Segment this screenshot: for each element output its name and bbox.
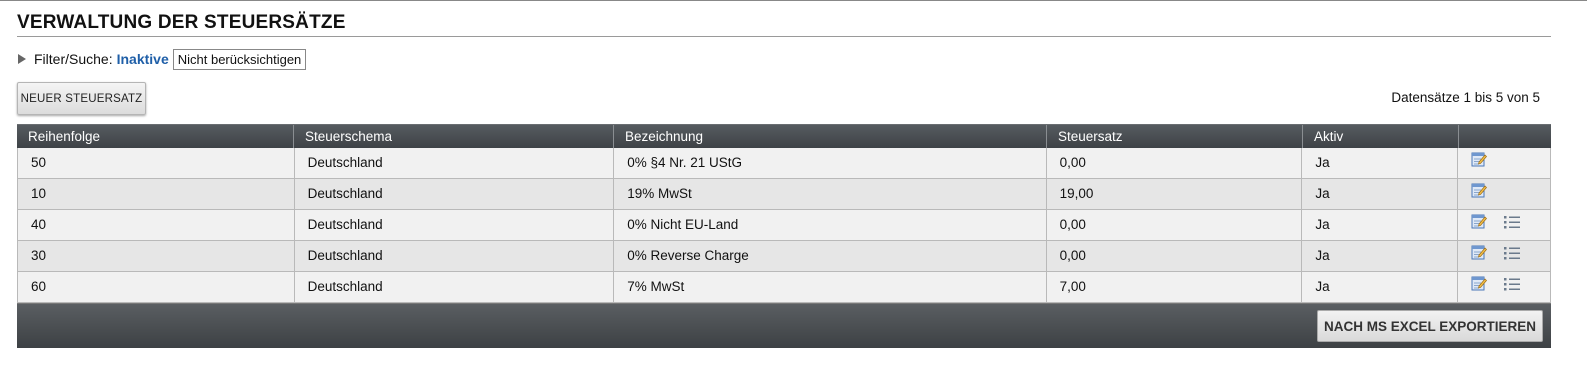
column-header-scheme[interactable]: Steuerschema — [294, 125, 614, 148]
cell-name: 0% §4 Nr. 21 UStG — [614, 148, 1047, 178]
cell-scheme: Deutschland — [295, 179, 615, 209]
table-row: 40 Deutschland 0% Nicht EU-Land 0,00 Ja — [17, 210, 1551, 241]
cell-scheme: Deutschland — [295, 272, 615, 302]
cell-name: 0% Reverse Charge — [614, 241, 1047, 271]
cell-actions — [1458, 241, 1550, 271]
cell-rate: 7,00 — [1047, 272, 1303, 302]
cell-actions — [1458, 179, 1550, 209]
cell-order: 40 — [18, 210, 295, 240]
list-icon[interactable] — [1504, 241, 1521, 271]
page-title: VERWALTUNG DER STEUERSÄTZE — [17, 12, 346, 33]
list-icon[interactable] — [1504, 272, 1521, 302]
cell-order: 30 — [18, 241, 295, 271]
cell-active: Ja — [1302, 241, 1459, 271]
table-row: 60 Deutschland 7% MwSt 7,00 Ja — [17, 272, 1551, 303]
records-info: Datensätze 1 bis 5 von 5 — [1391, 90, 1540, 105]
table-body: 50 Deutschland 0% §4 Nr. 21 UStG 0,00 Ja 10 De… — [17, 148, 1551, 303]
filter-bar: Filter/Suche: Inaktive Nicht berücksicht… — [18, 47, 307, 71]
cell-active: Ja — [1302, 272, 1459, 302]
cell-active: Ja — [1302, 210, 1459, 240]
edit-icon[interactable] — [1471, 241, 1488, 271]
filter-label: Filter/Suche: — [34, 51, 113, 67]
edit-icon[interactable] — [1471, 148, 1488, 178]
cell-scheme: Deutschland — [295, 148, 615, 178]
list-icon[interactable] — [1504, 210, 1521, 240]
column-header-active[interactable]: Aktiv — [1303, 125, 1459, 148]
filter-inactive-link[interactable]: Inaktive — [117, 51, 169, 67]
cell-actions — [1458, 210, 1550, 240]
cell-active: Ja — [1302, 179, 1459, 209]
cell-rate: 0,00 — [1047, 148, 1303, 178]
export-excel-button[interactable]: NACH MS EXCEL EXPORTIEREN — [1316, 310, 1543, 342]
column-header-actions — [1459, 125, 1551, 148]
tax-rate-table: Reihenfolge Steuerschema Bezeichnung Ste… — [17, 124, 1551, 348]
new-tax-rate-button[interactable]: NEUER STEUERSATZ — [17, 82, 146, 115]
table-header: Reihenfolge Steuerschema Bezeichnung Ste… — [17, 124, 1551, 148]
table-row: 10 Deutschland 19% MwSt 19,00 Ja — [17, 179, 1551, 210]
cell-rate: 0,00 — [1047, 210, 1303, 240]
filter-ignore-button[interactable]: Nicht berücksichtigen — [172, 48, 307, 70]
column-header-name[interactable]: Bezeichnung — [614, 125, 1047, 148]
cell-name: 0% Nicht EU-Land — [614, 210, 1047, 240]
cell-actions — [1458, 148, 1550, 178]
cell-name: 19% MwSt — [614, 179, 1047, 209]
cell-rate: 0,00 — [1047, 241, 1303, 271]
column-header-rate[interactable]: Steuersatz — [1047, 125, 1303, 148]
column-header-order[interactable]: Reihenfolge — [17, 125, 294, 148]
edit-icon[interactable] — [1471, 210, 1488, 240]
cell-actions — [1458, 272, 1550, 302]
edit-icon[interactable] — [1471, 179, 1488, 209]
cell-name: 7% MwSt — [614, 272, 1047, 302]
cell-active: Ja — [1302, 148, 1459, 178]
expand-triangle-icon[interactable] — [18, 54, 26, 64]
cell-order: 60 — [18, 272, 295, 302]
cell-order: 10 — [18, 179, 295, 209]
table-row: 50 Deutschland 0% §4 Nr. 21 UStG 0,00 Ja — [17, 148, 1551, 179]
cell-rate: 19,00 — [1047, 179, 1303, 209]
table-footer: NACH MS EXCEL EXPORTIEREN — [17, 303, 1551, 348]
cell-scheme: Deutschland — [295, 210, 615, 240]
cell-scheme: Deutschland — [295, 241, 615, 271]
cell-order: 50 — [18, 148, 295, 178]
title-divider — [17, 36, 1551, 37]
table-row: 30 Deutschland 0% Reverse Charge 0,00 Ja — [17, 241, 1551, 272]
top-border — [0, 0, 1587, 1]
edit-icon[interactable] — [1471, 272, 1488, 302]
